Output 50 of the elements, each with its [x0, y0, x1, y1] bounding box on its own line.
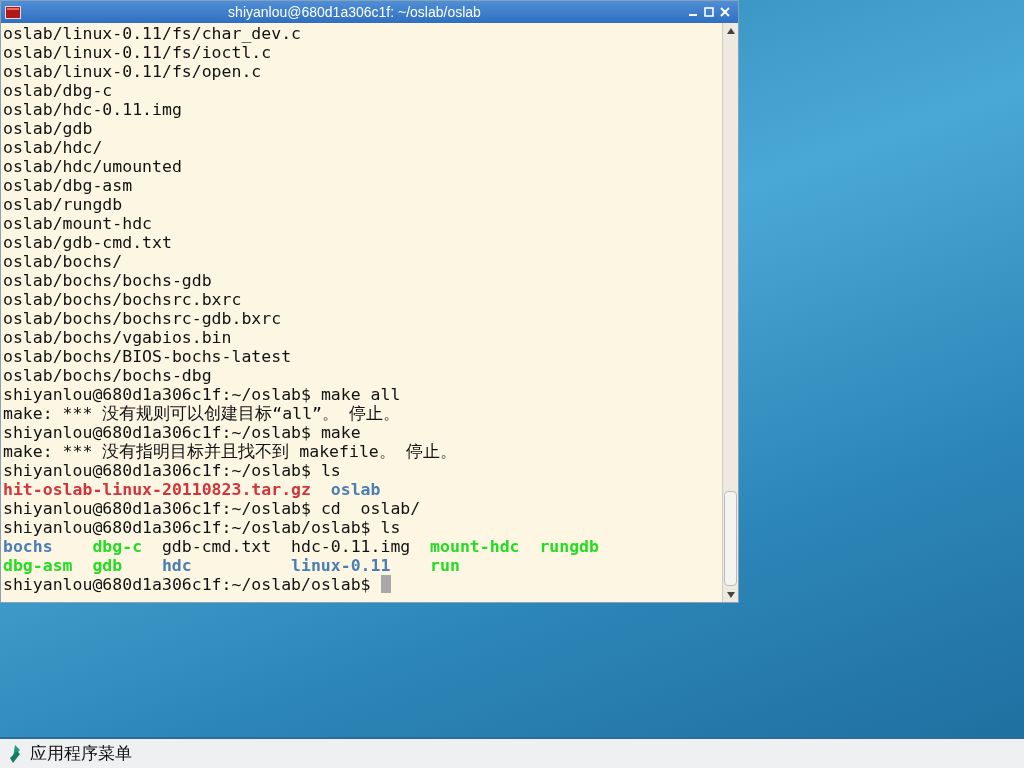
app-menu-button[interactable]: 应用程序菜单	[30, 740, 132, 767]
terminal-line: oslab/hdc-0.11.img	[3, 100, 182, 119]
terminal-line: oslab/rungdb	[3, 195, 123, 214]
terminal-line: oslab/bochs/bochs-dbg	[3, 366, 212, 385]
file-name: bochs	[3, 537, 53, 556]
terminal-line: oslab/gdb-cmd.txt	[3, 233, 172, 252]
file-name: hit-oslab-linux-20110823.tar.gz	[3, 480, 311, 499]
terminal-line: oslab/linux-0.11/fs/char_dev.c	[3, 24, 301, 43]
terminal-line: oslab/bochs/	[3, 252, 123, 271]
terminal-line: shiyanlou@680d1a306c1f:~/oslab$ make all	[3, 385, 401, 404]
file-name: linux-0.11	[291, 556, 391, 575]
file-name: hdc	[161, 556, 192, 575]
window-title: shiyanlou@680d1a306c1f: ~/oslab/oslab	[227, 2, 482, 22]
command-prompt: shiyanlou@680d1a306c1f:~/oslab/oslab$	[3, 575, 371, 594]
terminal-line: oslab/mount-hdc	[3, 214, 152, 233]
terminal-line: make: *** 没有规则可以创建目标“all”。 停止。	[3, 404, 400, 423]
terminal-line: oslab/bochs/BIOS-bochs-latest	[3, 347, 292, 366]
terminal-line: oslab/bochs/bochs-gdb	[3, 271, 212, 290]
terminal-line: oslab/gdb	[3, 119, 93, 138]
file-name: dbg-c	[92, 537, 143, 556]
terminal-line: oslab/dbg-c	[3, 81, 113, 100]
file-name: mount-hdc	[430, 537, 520, 556]
terminal-line: oslab/linux-0.11/fs/open.c	[3, 62, 262, 81]
terminal-line: shiyanlou@680d1a306c1f:~/oslab$ make	[3, 423, 361, 442]
file-name: dbg-asm	[3, 556, 73, 575]
file-name: hdc-0.11.img	[291, 537, 411, 556]
terminal-line: oslab/hdc/umounted	[3, 157, 182, 176]
terminal-line: shiyanlou@680d1a306c1f:~/oslab$ cd oslab/	[3, 499, 421, 518]
scrollbar-thumb[interactable]	[724, 491, 737, 586]
file-name: rungdb	[539, 537, 599, 556]
app-menu-icon[interactable]	[8, 744, 22, 763]
maximize-icon[interactable]	[704, 7, 714, 17]
file-name: gdb-cmd.txt	[161, 537, 272, 556]
terminal-line: oslab/bochs/bochsrc-gdb.bxrc	[3, 309, 282, 328]
close-icon[interactable]	[720, 7, 730, 17]
file-name: run	[430, 556, 460, 575]
terminal-line: shiyanlou@680d1a306c1f:~/oslab/oslab$ ls	[3, 518, 401, 537]
terminal-line: shiyanlou@680d1a306c1f:~/oslab$ ls	[3, 461, 341, 480]
terminal-line: oslab/bochs/bochsrc.bxrc	[3, 290, 242, 309]
terminal-line: oslab/dbg-asm	[3, 176, 133, 195]
terminal-line: make: *** 没有指明目标并且找不到 makefile。 停止。	[3, 442, 457, 461]
scrollbar[interactable]	[722, 23, 738, 602]
file-name: gdb	[92, 556, 123, 575]
scroll-down-arrow-icon[interactable]	[726, 591, 735, 598]
terminal-line: oslab/hdc/	[3, 138, 103, 157]
terminal-icon	[5, 5, 21, 19]
terminal-line: oslab/linux-0.11/fs/ioctl.c	[3, 43, 272, 62]
file-name: oslab	[330, 480, 381, 499]
scroll-up-arrow-icon[interactable]	[726, 27, 735, 34]
terminal-line: oslab/bochs/vgabios.bin	[3, 328, 232, 347]
